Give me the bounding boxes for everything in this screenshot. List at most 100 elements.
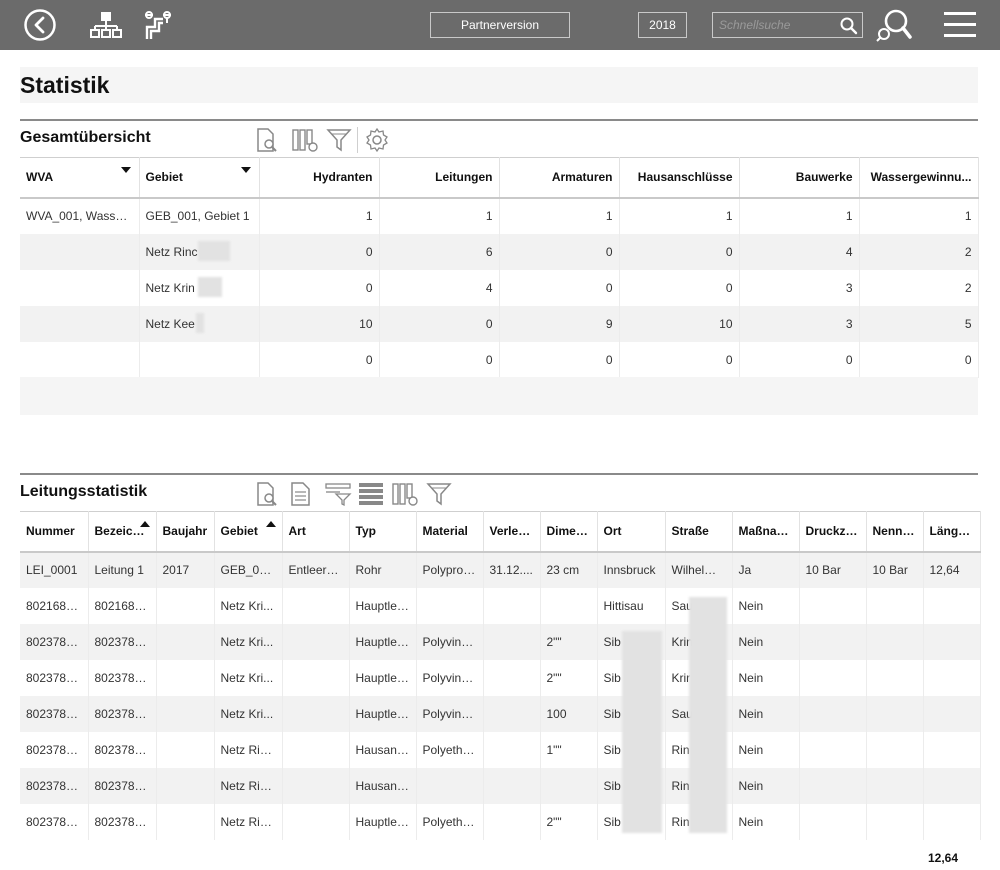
table-cell: 5 [859,305,979,342]
table-row[interactable]: LEI_0001 Leitung 1 2017 GEB_00... Entleeru..… [20,551,981,588]
table-cell: 0 [859,341,979,378]
table-cell: 2017 [156,551,215,588]
search-input[interactable] [713,13,837,37]
back-circle-icon[interactable] [20,0,60,50]
column-header-armaturen[interactable]: Armaturen [499,157,620,199]
table-cell [923,803,981,840]
table-cell [799,623,867,660]
column-header-bezeichnung[interactable]: Bezeich... [88,511,157,553]
filter-icon[interactable] [424,479,454,509]
table-cell: 0 [499,341,620,378]
column-header-strasse[interactable]: Straße [665,511,733,553]
column-header-dimension[interactable]: Dimen... [540,511,598,553]
table-cell [156,803,215,840]
table-cell: 0 [619,233,740,270]
table-cell: 8023781... [88,695,157,732]
column-header-material[interactable]: Material [416,511,484,553]
table-row[interactable]: 8021681... 8021681... Netz Kri... Hauptleit… [20,587,981,624]
table-cell: Hauptleit... [349,587,417,624]
table-cell [866,767,924,804]
table-row[interactable]: 8023781... 8023781... Netz Rin... Hausans..… [20,731,981,768]
table-cell [282,695,350,732]
column-settings-icon[interactable] [290,125,320,155]
gear-icon[interactable] [362,125,392,155]
table-cell [923,623,981,660]
table-cell: Netz Kri... [214,695,283,732]
table-cell [923,731,981,768]
table-cell: 8023781... [20,623,89,660]
table-cell: 10 [619,305,740,342]
table-cell: Polyprop... [416,551,484,588]
column-header-laenge[interactable]: Länge... [923,511,981,553]
document-search-icon[interactable] [252,479,282,509]
table-row[interactable]: Netz Rinc 0 6 0 0 4 2 [20,233,979,270]
table-row[interactable]: 8023781... 8023781... Netz Kri... Hauptleit… [20,659,981,696]
line-length-total: 12,64 [927,851,958,865]
section-title-overview: Gesamtübersicht [20,129,151,146]
year-selector[interactable]: 2018 [638,12,687,38]
table-cell: Nein [732,623,800,660]
document-search-icon[interactable] [252,125,282,155]
table-cell: 2"" [540,623,598,660]
column-header-typ[interactable]: Typ [349,511,417,553]
partnerversion-button[interactable]: Partnerversion [430,12,570,38]
table-cell: 9 [499,305,620,342]
table-cell: 8023781... [20,659,89,696]
table-cell: Nein [732,767,800,804]
column-header-nenndruck[interactable]: Nennd... [866,511,924,553]
table-cell: Hauptleit... [349,803,417,840]
table-row[interactable]: WVA_001, Wasser... GEB_001, Gebiet 111111… [20,197,979,234]
table-row[interactable]: 8023781... 8023781... Netz Kri... Hauptleit… [20,623,981,660]
column-header-ort[interactable]: Ort [597,511,666,553]
rows-icon[interactable] [356,479,386,509]
column-header-hausanschluesse[interactable]: Hausanschlüsse [619,157,740,199]
column-header-gebiet[interactable]: Gebiet [139,157,260,199]
column-header-gebiet[interactable]: Gebiet [214,511,283,553]
table-row[interactable]: 8023781... 8023781... Netz Rin... Hausans..… [20,767,981,804]
table-row[interactable]: 8023781... 8023781... Netz Rin... Hauptleit… [20,803,981,840]
table-cell: 2 [859,269,979,306]
table-cell: Entleeru... [282,551,350,588]
table-cell [866,659,924,696]
table-cell [540,587,598,624]
table-cell: 4 [379,269,500,306]
column-header-nummer[interactable]: Nummer [20,511,89,553]
network-tree-icon[interactable] [88,0,124,50]
column-header-baujahr[interactable]: Baujahr [156,511,215,553]
select-filter-icon[interactable] [322,479,354,509]
table-row[interactable]: Netz Kee 10 0 9 10 3 5 [20,305,979,342]
table-cell [866,623,924,660]
search-icon[interactable] [839,16,859,36]
table-cell [483,623,541,660]
column-header-leitungen[interactable]: Leitungen [379,157,500,199]
column-header-massnahme[interactable]: Maßnah... [732,511,800,553]
table-cell: 0 [259,341,380,378]
table-row[interactable]: Netz Krin 0 4 0 0 3 2 [20,269,979,306]
table-row[interactable]: 8023781... 8023781... Netz Kri... Hauptleit… [20,695,981,732]
table-cell [483,695,541,732]
table-cell [866,731,924,768]
water-pipe-icon[interactable] [142,0,176,50]
column-header-wva[interactable]: WVA [20,157,140,199]
table-cell: Polyvinyl... [416,695,484,732]
column-settings-icon[interactable] [390,479,420,509]
hamburger-menu-icon[interactable] [940,0,980,50]
redaction-blur [196,313,204,333]
column-header-hydranten[interactable]: Hydranten [259,157,380,199]
table-row[interactable]: 000000 [20,341,979,378]
column-header-verlegung[interactable]: Verleg... [483,511,541,553]
table-cell: LEI_0001 [20,551,89,588]
document-icon[interactable] [286,479,316,509]
filter-icon[interactable] [324,125,354,155]
column-header-druckzone[interactable]: Druckzo... [799,511,867,553]
overview-section: Gesamtübersicht WVA Gebiet Hydranten Lei… [20,119,979,419]
toolbar-separator [357,127,358,153]
table-cell [799,731,867,768]
table-cell: 0 [739,341,860,378]
column-header-art[interactable]: Art [282,511,350,553]
overview-footer-panel [20,377,978,415]
table-cell: 2"" [540,803,598,840]
column-header-bauwerke[interactable]: Bauwerke [739,157,860,199]
advanced-search-icon[interactable] [874,0,914,50]
column-header-wassergewinnung[interactable]: Wassergewinnu... [859,157,979,199]
